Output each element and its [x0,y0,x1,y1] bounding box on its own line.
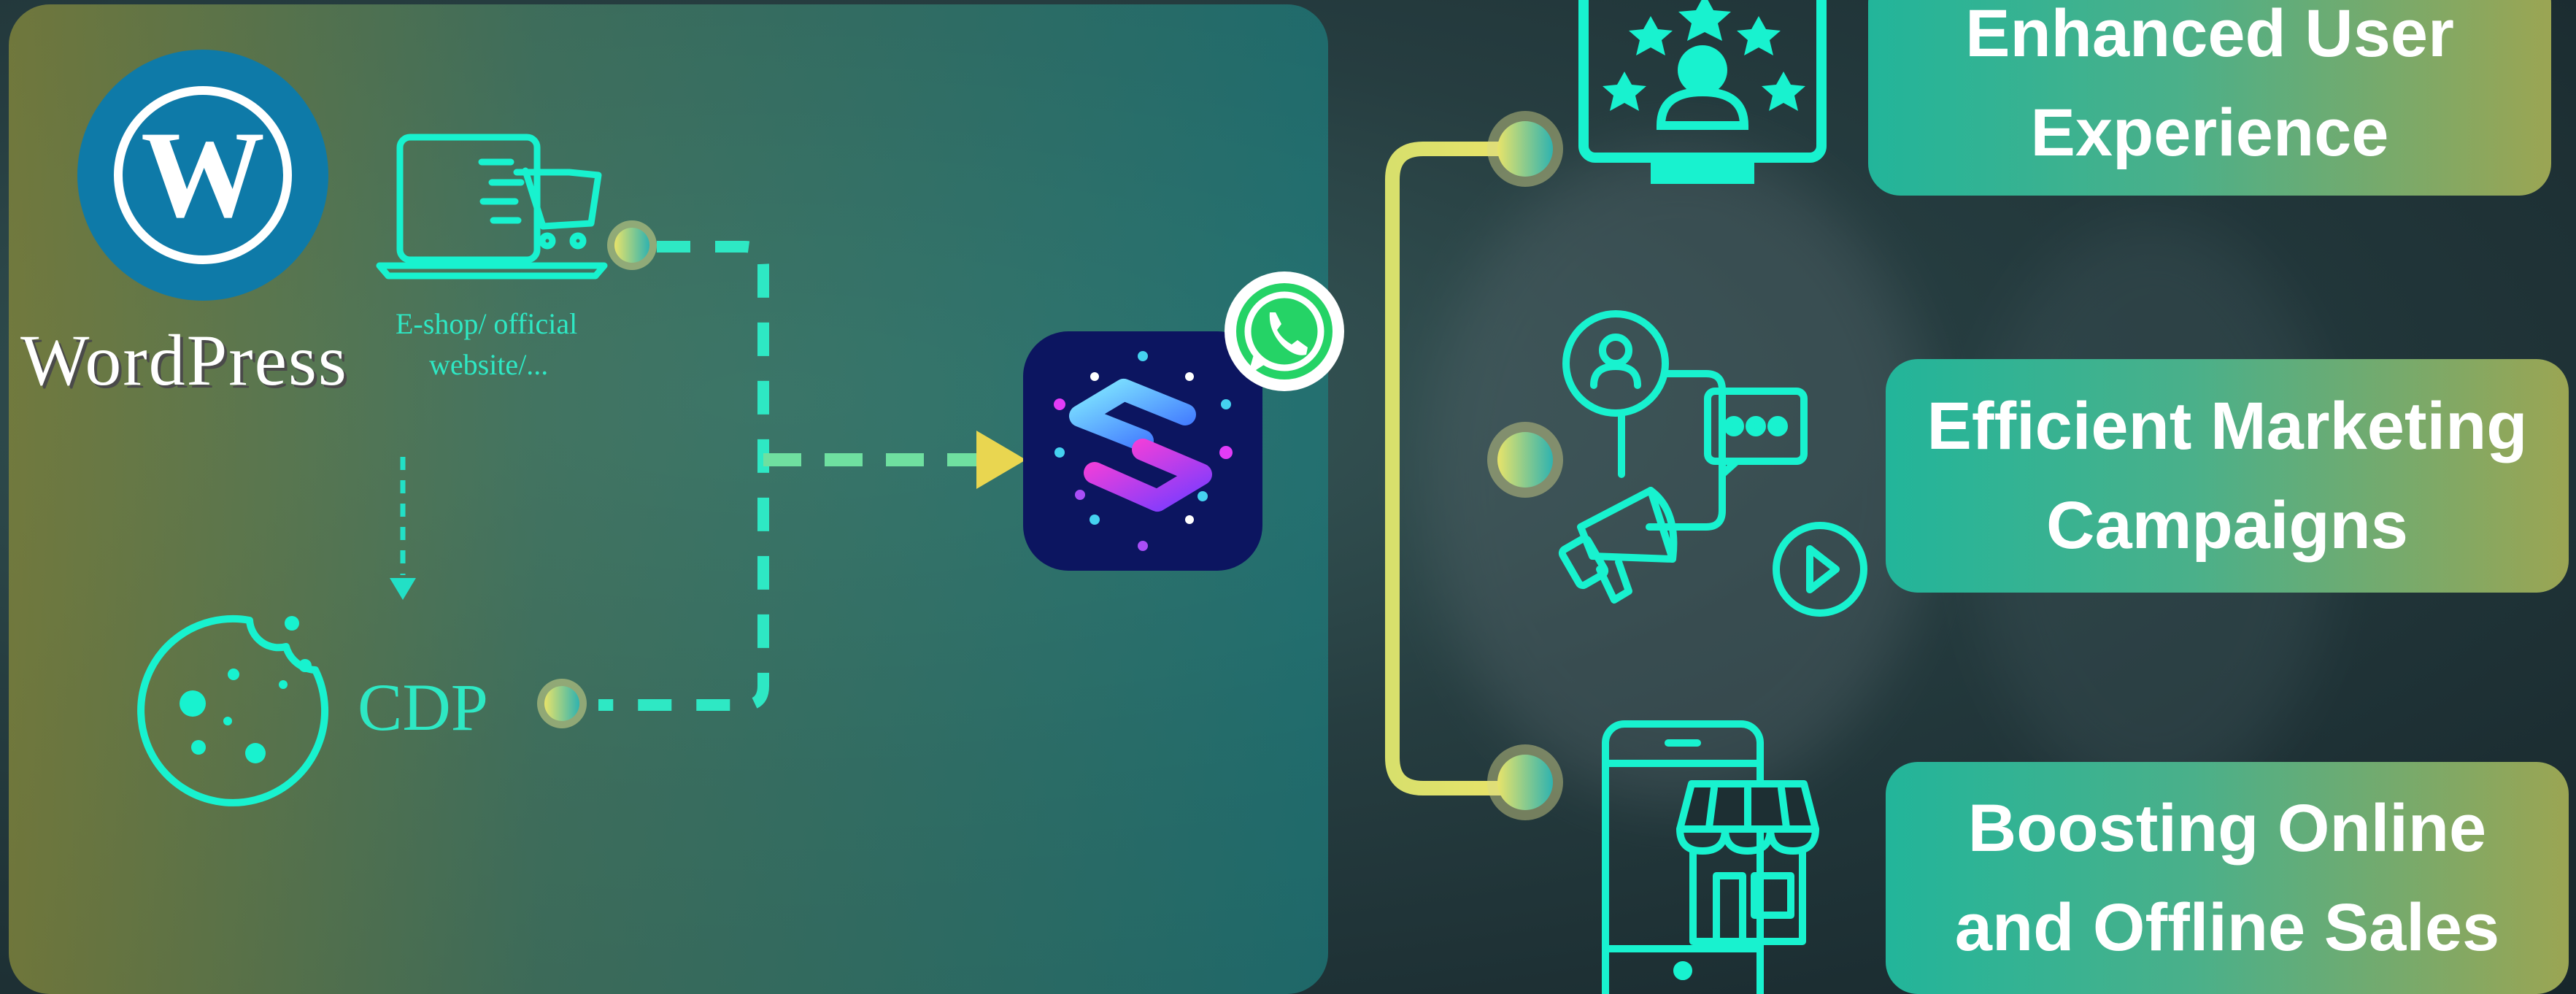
arrow-head [976,431,1026,489]
outcome-label-line: Efficient Marketing [1927,389,2528,463]
outcome-node-3 [1487,744,1563,820]
outcome-label-marketing: Efficient Marketing Campaigns [1886,359,2569,593]
outcome-label-line: Boosting Online [1967,791,2487,866]
outcome-label-line: and Offline Sales [1954,890,2500,965]
mobile-store-icon [1602,720,1819,994]
outcome-label-line: Campaigns [2046,488,2408,563]
whatsapp-icon [1225,271,1344,391]
monitor-user-stars-icon [1578,0,1827,184]
hub-app-icon [1023,331,1262,571]
outcome-label-enhanced-ux: Enhanced User Experience [1868,0,2551,196]
branch-connector [1267,142,1513,795]
wordpress-logo-icon: W [77,50,328,301]
down-arrow-head [390,578,416,600]
outcome-node-2 [1487,422,1563,498]
laptop-cart-icon [376,134,608,280]
marketing-megaphone-icon [1558,310,1867,617]
outcome-node-1 [1487,111,1563,187]
outcome-label-sales: Boosting Online and Offline Sales [1886,762,2569,994]
svg-text:W: W [141,106,265,243]
outcome-label-line: Experience [2030,96,2389,170]
eshop-label-line2: website/... [429,348,549,381]
eshop-label-line1: E-shop/ official [396,307,578,340]
dashed-connector [598,241,769,711]
cookie-icon [137,614,329,806]
eshop-node [607,220,657,270]
wordpress-label: WordPress [20,320,348,401]
outcome-label-line: Enhanced User [1965,0,2454,71]
cdp-label: CDP [358,670,488,744]
cdp-node [537,679,587,728]
